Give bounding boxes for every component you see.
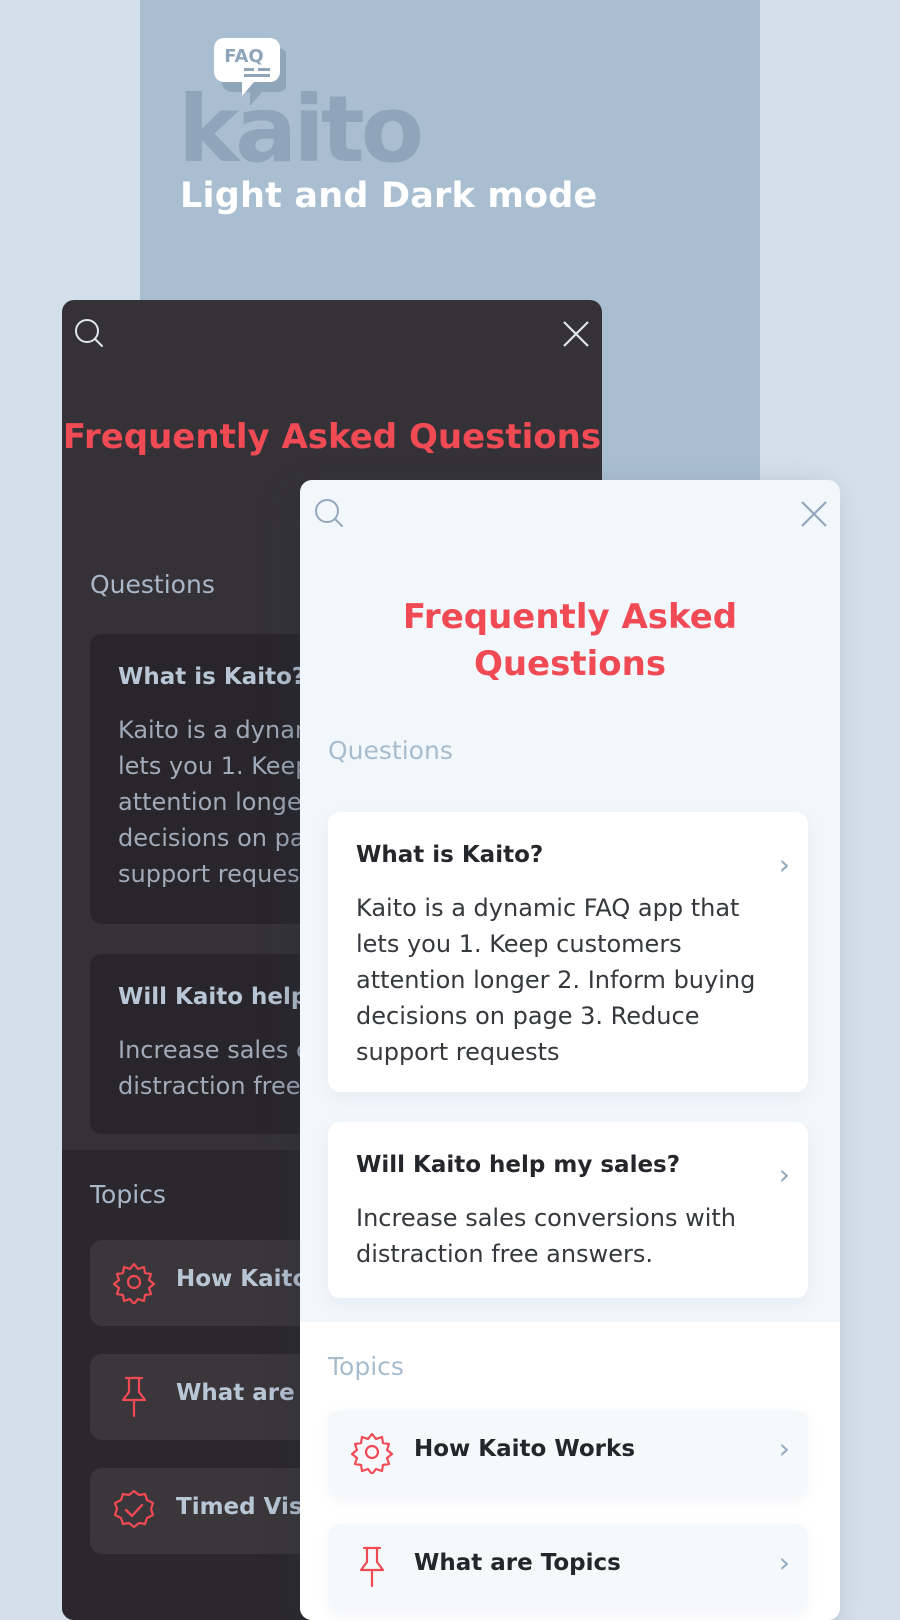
hero-title: Light and Dark mode — [180, 176, 598, 216]
gear-icon — [350, 1430, 394, 1478]
check-badge-icon — [112, 1488, 156, 1536]
close-icon[interactable] — [800, 500, 828, 532]
topic-item-how-kaito-works[interactable]: How Kaito Works › — [328, 1410, 808, 1496]
topics-section: Topics How Kaito Works › What are Topics… — [300, 1322, 840, 1620]
chevron-right-icon: › — [778, 1158, 790, 1191]
question-title: What is Kaito? — [118, 664, 306, 690]
logo-wordmark: kaito — [178, 76, 424, 183]
question-answer: Increase sales conversions with distract… — [356, 1204, 737, 1268]
question-card[interactable]: Will Kaito help my sales? › Increase sal… — [328, 1122, 808, 1298]
chevron-right-icon: › — [778, 848, 790, 881]
light-faq-panel: Frequently Asked Questions Questions Wha… — [300, 480, 840, 1620]
questions-label: Questions — [90, 570, 215, 599]
close-icon[interactable] — [562, 320, 590, 352]
topic-label: What are Topics — [414, 1550, 621, 1576]
pin-icon — [112, 1374, 156, 1422]
question-answer: Kaito is a dynamic FAQ app that lets you… — [356, 894, 756, 1066]
page-title: Frequently Asked Questions — [62, 417, 602, 457]
chevron-right-icon: › — [778, 1432, 790, 1465]
question-title: Will Kaito help my sales? — [356, 1152, 681, 1178]
kaito-logo: FAQ kaito — [178, 38, 424, 176]
topics-label: Topics — [90, 1180, 166, 1209]
questions-label: Questions — [328, 736, 453, 765]
gear-icon — [112, 1260, 156, 1308]
topic-item-what-are-topics[interactable]: What are Topics › — [328, 1524, 808, 1610]
search-icon[interactable] — [314, 498, 344, 532]
page-title: Frequently Asked Questions — [402, 597, 738, 684]
topics-label: Topics — [328, 1352, 404, 1381]
logo-badge-text: FAQ — [224, 46, 263, 67]
topic-label: How Kaito Works — [414, 1436, 636, 1462]
pin-icon — [350, 1544, 394, 1592]
question-title: What is Kaito? — [356, 842, 544, 868]
search-icon[interactable] — [74, 318, 104, 352]
question-card[interactable]: What is Kaito? › Kaito is a dynamic FAQ … — [328, 812, 808, 1092]
chevron-right-icon: › — [778, 1546, 790, 1579]
